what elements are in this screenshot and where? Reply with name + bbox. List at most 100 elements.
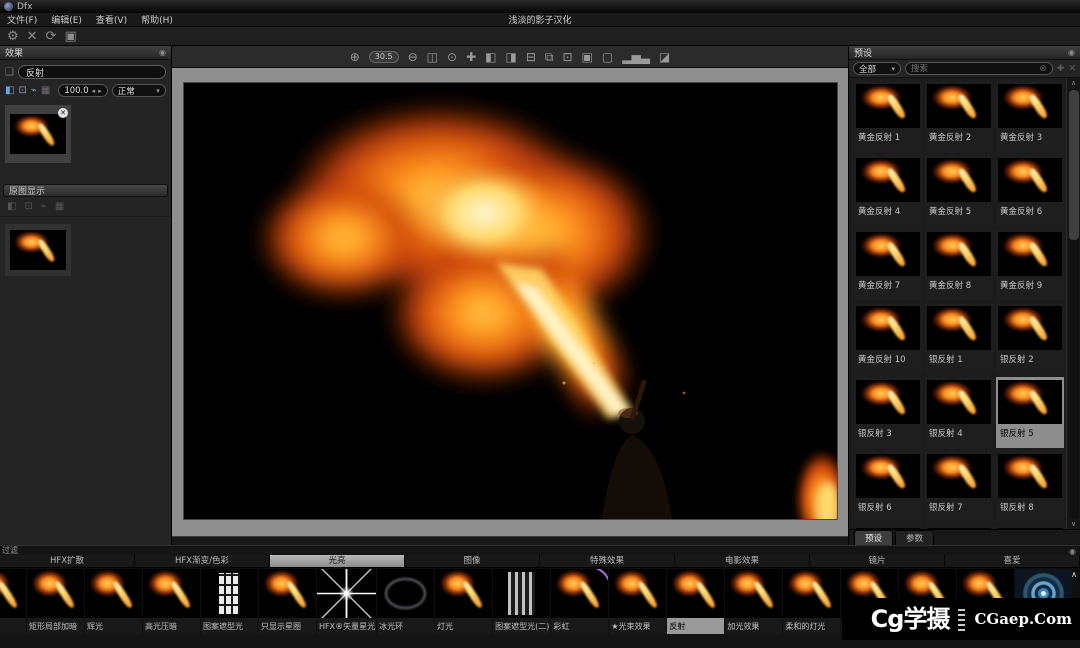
effect-layer-thumbnail[interactable]: ✕ <box>5 105 71 163</box>
region-select-icon[interactable]: ▢ <box>602 51 613 63</box>
opacity-stepper[interactable]: 100.0 ◂ ▸ <box>58 84 107 97</box>
preset-item[interactable] <box>996 525 1064 529</box>
filter-item[interactable]: 图案遮型光 <box>201 569 258 634</box>
filter-item[interactable]: 高光压暗 <box>143 569 200 634</box>
menu-file[interactable]: 文件(F) <box>0 13 44 26</box>
scroll-thumb[interactable] <box>1069 90 1079 240</box>
filter-item[interactable]: 矩形局部加暗 <box>27 569 84 634</box>
filter-category-tab[interactable]: 电影效果 <box>675 555 810 567</box>
clear-search-icon[interactable]: ⊗ <box>1039 64 1047 74</box>
filter-category-tab[interactable]: 喜爱 <box>945 555 1080 567</box>
filter-category-tab[interactable]: HFX渐变/色彩 <box>135 555 270 567</box>
filter-item[interactable]: 只显示星圈 <box>259 569 316 634</box>
filter-item[interactable]: 辉光 <box>85 569 142 634</box>
delete-icon[interactable]: ✕ <box>27 30 38 43</box>
menu-view[interactable]: 查看(V) <box>89 13 134 26</box>
preset-item[interactable]: 黄金反射 6 <box>996 155 1064 226</box>
grid-icon[interactable]: ▦ <box>41 86 50 96</box>
preset-item[interactable]: 黄金反射 9 <box>996 229 1064 300</box>
filter-item[interactable] <box>0 569 26 634</box>
viewer-scroll-strip[interactable] <box>172 536 848 545</box>
filter-item[interactable]: 图案遮型光(二) <box>493 569 550 634</box>
scroll-down-icon[interactable]: ∨ <box>1071 520 1076 528</box>
remove-effect-icon[interactable]: ✕ <box>58 108 68 118</box>
preset-item[interactable]: 银反射 2 <box>996 303 1064 374</box>
stepper-right-icon[interactable]: ▸ <box>98 87 102 95</box>
preset-item[interactable] <box>854 525 922 529</box>
preset-item[interactable]: 银反射 4 <box>925 377 993 448</box>
preset-item[interactable]: 黄金反射 5 <box>925 155 993 226</box>
panel-menu-icon[interactable]: ◉ <box>1068 48 1075 57</box>
scroll-track[interactable] <box>1069 88 1079 519</box>
scroll-up-icon[interactable]: ∧ <box>1071 79 1076 87</box>
viewer-canvas[interactable] <box>172 68 848 536</box>
preset-search-input[interactable] <box>911 64 1036 74</box>
split-top-icon[interactable]: ⊟ <box>526 51 536 63</box>
compare-icon[interactable]: ◪ <box>659 51 670 63</box>
preset-item[interactable]: 黄金反射 4 <box>854 155 922 226</box>
preset-item[interactable]: 黄金反射 7 <box>854 229 922 300</box>
mask-icon[interactable]: ◧ <box>5 86 14 96</box>
filmstrip-scroll-icon[interactable]: ∧ <box>1071 570 1077 579</box>
fit-view-icon[interactable]: ▣ <box>64 30 76 43</box>
filter-category-tab[interactable]: 镜片 <box>810 555 945 567</box>
filter-category-tab[interactable]: 图像 <box>405 555 540 567</box>
display-icon[interactable]: ⊡ <box>18 86 26 96</box>
filter-category-tab[interactable]: 光亮 <box>270 555 405 567</box>
original-display-bar[interactable]: 原图显示 <box>3 184 168 197</box>
effect-name-field[interactable] <box>18 65 166 79</box>
preset-item[interactable]: 银反射 8 <box>996 451 1064 522</box>
panel-menu-icon[interactable]: ◉ <box>1069 547 1076 556</box>
preview-monitor-icon[interactable]: ▣ <box>582 51 593 63</box>
settings-icon[interactable]: ⚙ <box>7 30 19 43</box>
preset-item[interactable] <box>925 525 993 529</box>
add-preset-icon[interactable]: ✚ <box>1057 64 1065 74</box>
stepper-left-icon[interactable]: ◂ <box>92 87 96 95</box>
preset-item[interactable]: 银反射 6 <box>854 451 922 522</box>
duplicate-view-icon[interactable]: ⧉ <box>545 51 554 63</box>
filter-item[interactable]: 反射 <box>667 569 724 634</box>
preset-item[interactable]: 黄金反射 3 <box>996 81 1064 152</box>
panel-menu-icon[interactable]: ◉ <box>159 48 166 57</box>
filter-item[interactable]: 加光效果 <box>725 569 782 634</box>
menu-help[interactable]: 帮助(H) <box>134 13 180 26</box>
preset-item[interactable]: 银反射 5 <box>996 377 1064 448</box>
refresh-icon[interactable]: ⟳ <box>46 30 57 43</box>
filter-item[interactable]: ★光束效果 <box>609 569 666 634</box>
magnifier-icon[interactable]: ⊙ <box>447 51 457 63</box>
split-horizontal-icon[interactable]: ◨ <box>505 51 516 63</box>
preset-item[interactable]: 黄金反射 8 <box>925 229 993 300</box>
preset-item[interactable]: 黄金反射 10 <box>854 303 922 374</box>
preset-tab[interactable]: 参数 <box>895 530 934 545</box>
preset-search[interactable]: ⊗ <box>905 62 1053 75</box>
snapshot-icon[interactable]: ⊡ <box>562 51 572 63</box>
original-thumbnail[interactable] <box>5 224 71 276</box>
preset-category-select[interactable]: 全部 ▾ <box>853 62 901 75</box>
preset-scrollbar[interactable]: ∧ ∨ <box>1066 78 1080 529</box>
filter-item[interactable]: 彩虹 <box>551 569 608 634</box>
histogram-icon[interactable]: ▂▅▃ <box>622 51 650 63</box>
filter-item[interactable]: 柔和的灯光 <box>783 569 840 634</box>
flash-icon[interactable]: ⌁ <box>31 86 37 96</box>
preset-item[interactable]: 银反射 1 <box>925 303 993 374</box>
menu-edit[interactable]: 编辑(E) <box>44 13 89 26</box>
pan-icon[interactable]: ✚ <box>466 51 476 63</box>
preset-item[interactable]: 黄金反射 1 <box>854 81 922 152</box>
preset-tab[interactable]: 预设 <box>854 530 893 545</box>
filter-thumb-image <box>0 569 26 618</box>
zoom-out-icon[interactable]: ⊖ <box>408 51 418 63</box>
filter-category-tab[interactable]: 特殊效果 <box>540 555 675 567</box>
blend-mode-select[interactable]: 正常 ▾ <box>112 84 166 97</box>
preset-item[interactable]: 银反射 3 <box>854 377 922 448</box>
filter-item[interactable]: HFX®矢量星光 <box>317 569 376 634</box>
split-vertical-icon[interactable]: ◧ <box>485 51 496 63</box>
filter-item[interactable]: 冰光环 <box>377 569 434 634</box>
zoom-in-icon[interactable]: ⊕ <box>350 51 360 63</box>
fit-page-icon[interactable]: ◫ <box>427 51 438 63</box>
remove-preset-icon[interactable]: ✕ <box>1068 64 1076 74</box>
zoom-level[interactable]: 30.5 <box>369 51 399 63</box>
filter-category-tab[interactable]: HFX扩散 <box>0 555 135 567</box>
preset-item[interactable]: 黄金反射 2 <box>925 81 993 152</box>
preset-item[interactable]: 银反射 7 <box>925 451 993 522</box>
filter-item[interactable]: 灯光 <box>435 569 492 634</box>
